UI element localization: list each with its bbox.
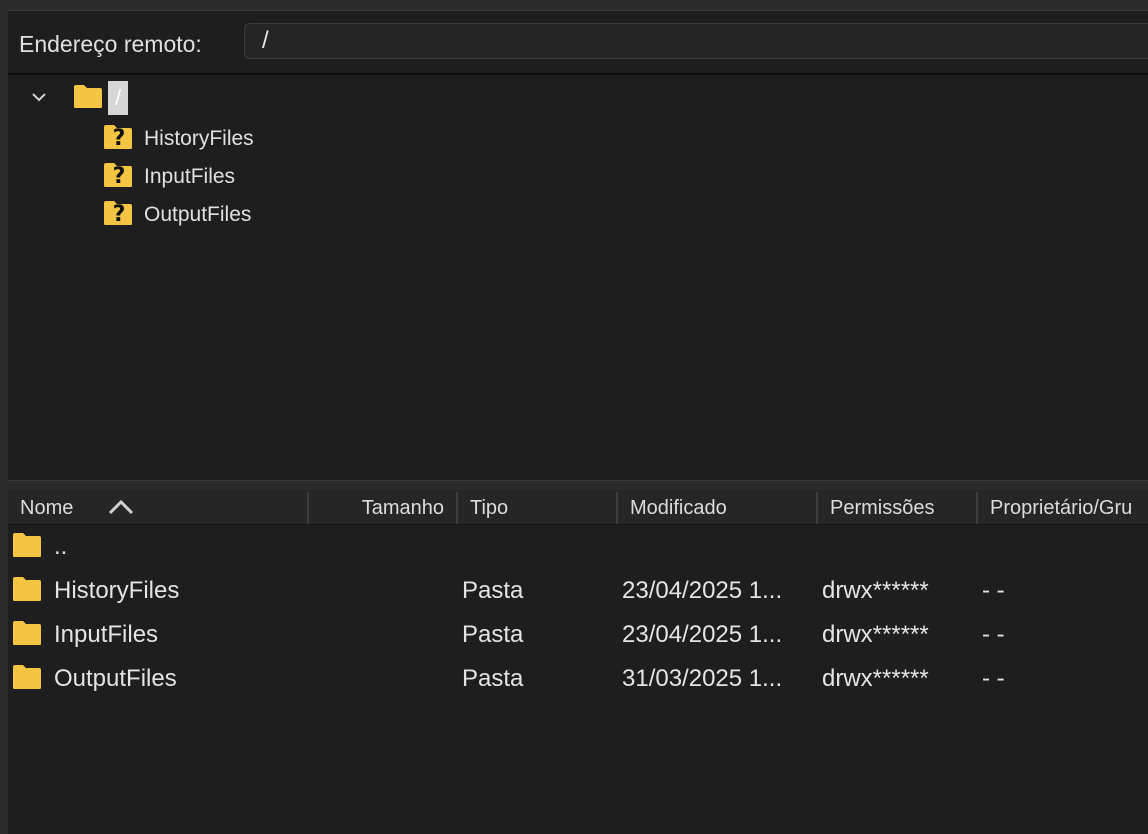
column-header-modified[interactable]: Modificado: [630, 490, 818, 524]
remote-address-input[interactable]: [244, 23, 1148, 59]
column-separator[interactable]: [456, 492, 458, 524]
remote-address-label: Endereço remoto:: [19, 31, 202, 57]
left-edge: [0, 0, 8, 834]
cell-type: Pasta: [462, 665, 524, 692]
column-header-label: Proprietário/Gru: [990, 497, 1133, 519]
svg-text:?: ?: [113, 202, 126, 227]
svg-text:?: ?: [113, 164, 126, 189]
folder-icon: [74, 85, 102, 108]
table-row[interactable]: InputFiles Pasta 23/04/2025 1... drwx***…: [8, 613, 1148, 657]
table-row-parent[interactable]: ..: [8, 525, 1148, 569]
cell-owner: - -: [982, 577, 1005, 604]
cell-owner: - -: [982, 621, 1005, 648]
column-header-label: Permissões: [830, 497, 935, 519]
column-separator[interactable]: [816, 492, 818, 524]
remote-directory-tree: / ? HistoryFiles ? InputFiles ? OutputFi…: [8, 75, 1148, 480]
cell-owner: - -: [982, 665, 1005, 692]
column-header-size[interactable]: Tamanho: [310, 490, 456, 524]
cell-modified: 23/04/2025 1...: [622, 621, 783, 648]
cell-permissions: drwx******: [822, 621, 929, 648]
cell-modified: 31/03/2025 1...: [622, 665, 783, 692]
cell-type: Pasta: [462, 621, 524, 648]
column-header-label: Nome: [20, 497, 74, 519]
remote-address-bar: Endereço remoto:: [8, 11, 1148, 75]
tree-item-label: HistoryFiles: [144, 127, 254, 150]
column-header-label: Tipo: [470, 497, 509, 519]
cell-name: OutputFiles: [54, 665, 177, 692]
unknown-folder-icon: ?: [104, 125, 132, 151]
file-list-header: Nome Tamanho Tipo Modificado Permissões …: [8, 490, 1148, 525]
tree-root-label[interactable]: /: [108, 81, 128, 115]
column-header-owner[interactable]: Proprietário/Gru: [990, 490, 1148, 524]
cell-name: ..: [54, 533, 68, 560]
cell-permissions: drwx******: [822, 665, 929, 692]
table-row[interactable]: OutputFiles Pasta 31/03/2025 1... drwx**…: [8, 657, 1148, 701]
tree-item-label: OutputFiles: [144, 203, 252, 226]
column-separator[interactable]: [976, 492, 978, 524]
folder-icon: [13, 621, 41, 645]
folder-icon: [13, 665, 41, 689]
column-separator[interactable]: [616, 492, 618, 524]
unknown-folder-icon: ?: [104, 201, 132, 227]
sort-ascending-icon: [108, 499, 134, 515]
column-header-label: Modificado: [630, 497, 727, 519]
folder-icon: [13, 577, 41, 601]
window-top-strip: [0, 0, 1148, 11]
file-list: .. HistoryFiles Pasta 23/04/2025 1... dr…: [8, 525, 1148, 834]
column-header-type[interactable]: Tipo: [470, 490, 618, 524]
column-header-label: Tamanho: [361, 497, 444, 519]
folder-icon: [13, 533, 41, 557]
chevron-down-icon[interactable]: [31, 89, 47, 105]
column-header-name[interactable]: Nome: [20, 490, 310, 524]
cell-name: InputFiles: [54, 621, 159, 648]
cell-modified: 23/04/2025 1...: [622, 577, 783, 604]
tree-item-label: InputFiles: [144, 165, 236, 188]
table-row[interactable]: HistoryFiles Pasta 23/04/2025 1... drwx*…: [8, 569, 1148, 613]
svg-text:?: ?: [113, 126, 126, 151]
cell-name: HistoryFiles: [54, 577, 180, 604]
cell-permissions: drwx******: [822, 577, 929, 604]
cell-type: Pasta: [462, 577, 524, 604]
column-header-permissions[interactable]: Permissões: [830, 490, 980, 524]
unknown-folder-icon: ?: [104, 163, 132, 189]
column-separator[interactable]: [307, 492, 309, 524]
